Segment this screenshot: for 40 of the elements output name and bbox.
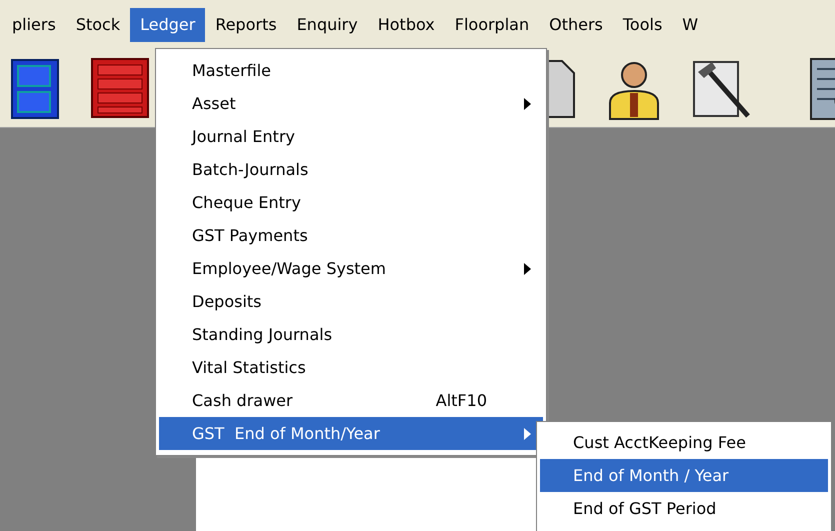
menu-entry[interactable]: Asset — [159, 87, 543, 120]
menu-entry[interactable]: End of Month / Year — [540, 459, 828, 492]
menu-item[interactable]: Stock — [66, 8, 130, 42]
menu-entry[interactable]: Cash drawer AltF10 — [159, 384, 543, 417]
menu-entry[interactable]: Cheque Entry — [159, 186, 543, 219]
menu-item[interactable]: pliers — [2, 8, 66, 42]
menu-item[interactable]: Floorplan — [444, 8, 540, 42]
menu-entry-label: Batch-Journals — [192, 158, 308, 180]
menu-entry[interactable]: Cust AcctKeeping Fee — [540, 426, 828, 459]
menu-item[interactable]: Others — [539, 8, 613, 42]
menu-entry[interactable]: Masterfile — [159, 54, 543, 87]
menu-entry-label: Journal Entry — [192, 126, 295, 148]
menu-entry-label: Vital Statistics — [192, 356, 306, 378]
menu-entry-label: Standing Journals — [192, 324, 332, 346]
menu-entry-label: Cash drawer — [192, 390, 293, 412]
filing-cabinet-icon[interactable] — [10, 58, 62, 120]
menu-entry[interactable]: Journal Entry — [159, 120, 543, 153]
menu-entry-label: Employee/Wage System — [192, 258, 386, 280]
menu-entry[interactable]: Employee/Wage System — [159, 252, 543, 285]
menu-entry[interactable]: GST Payments — [159, 219, 543, 252]
menu-item[interactable]: Ledger — [130, 8, 206, 42]
menu-item[interactable]: W — [672, 8, 708, 42]
menu-entry[interactable]: Vital Statistics — [159, 351, 543, 384]
menu-entry[interactable]: End of GST Period — [540, 492, 828, 525]
menu-entry[interactable]: GST End of Month/Year — [159, 417, 543, 450]
menu-entry-label: GST End of Month/Year — [192, 422, 380, 444]
menu-item[interactable]: Tools — [612, 8, 672, 42]
menu-entry[interactable]: Batch-Journals — [159, 153, 543, 186]
menu-entry-label: Cheque Entry — [192, 192, 301, 214]
tool-chest-icon[interactable] — [90, 56, 150, 120]
menu-entry[interactable]: Standing Journals — [159, 318, 543, 351]
menu-entry-label: Deposits — [192, 290, 262, 312]
shortcut-label: AltF10 — [436, 390, 487, 412]
menu-entry-label: Asset — [192, 92, 236, 114]
menu-item[interactable]: Reports — [205, 8, 287, 42]
menu-item[interactable]: Enquiry — [286, 8, 368, 42]
menu-entry-label: Masterfile — [192, 60, 272, 82]
menu-entry-label: GST Payments — [192, 224, 308, 246]
menu-entry[interactable]: Deposits — [159, 285, 543, 318]
menu-item[interactable]: Hotbox — [368, 8, 445, 42]
